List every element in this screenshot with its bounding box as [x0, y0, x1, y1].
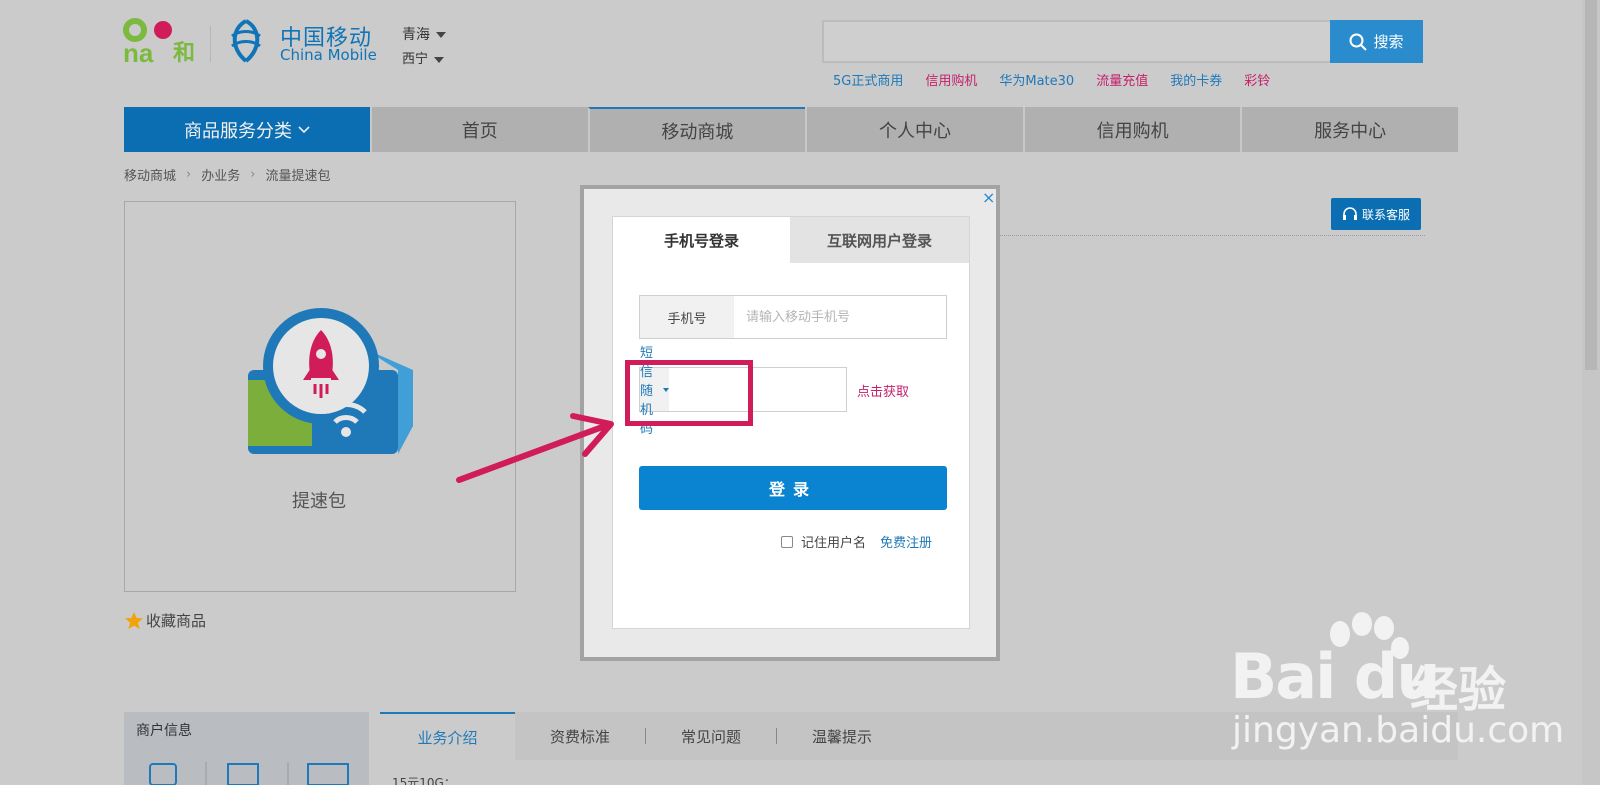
chevron-down-icon: [434, 56, 445, 63]
chevron-down-icon: [436, 32, 446, 38]
chevron-right-icon: ›: [250, 167, 256, 182]
watermark-url: jingyan.baidu.com: [1232, 710, 1565, 751]
category-menu-label: 商品服务分类: [184, 120, 292, 142]
favorite-label: 收藏商品: [146, 612, 207, 630]
watermark-brand: Bai du: [1230, 640, 1440, 713]
logo-divider: [210, 26, 211, 62]
hot-link[interactable]: 彩铃: [1244, 70, 1270, 89]
merchant-info-title: 商户信息: [136, 723, 192, 739]
city-selector[interactable]: 西宁: [402, 48, 445, 67]
search-input[interactable]: [822, 20, 1332, 63]
remember-checkbox[interactable]: [781, 535, 793, 548]
category-menu-button[interactable]: 商品服务分类: [124, 107, 370, 152]
remember-username[interactable]: 记住用户名: [781, 532, 866, 551]
annotation-highlight-box: [625, 360, 753, 426]
nav-item-credit-phone[interactable]: 信用购机: [1022, 107, 1241, 152]
merchant-badge-icons: [149, 762, 349, 785]
nav-item-personal[interactable]: 个人中心: [805, 107, 1023, 152]
nav-item-service[interactable]: 服务中心: [1240, 107, 1458, 152]
nav-item-mall[interactable]: 移动商城: [587, 107, 806, 152]
hot-link[interactable]: 信用购机: [925, 70, 977, 89]
close-icon[interactable]: ×: [982, 188, 995, 207]
search-button[interactable]: 搜索: [1330, 20, 1423, 63]
remember-label: 记住用户名: [801, 536, 867, 551]
phone-input[interactable]: [734, 296, 946, 338]
tab-intro[interactable]: 业务介绍: [380, 712, 515, 760]
contact-service-button[interactable]: 联系客服: [1331, 198, 1421, 230]
city-label: 西宁: [402, 52, 429, 67]
star-icon: [125, 611, 143, 629]
tab-faq[interactable]: 常见问题: [646, 712, 776, 760]
nav-item-home[interactable]: 首页: [370, 107, 588, 152]
headset-icon: [1342, 207, 1357, 220]
contact-service-label: 联系客服: [1361, 207, 1410, 222]
chevron-right-icon: ›: [186, 167, 192, 182]
and-logo: na 和: [123, 18, 195, 66]
speed-package-icon: [248, 308, 413, 454]
intro-text: 15元10G：: [392, 776, 456, 785]
province-selector[interactable]: 青海: [402, 24, 446, 44]
tab-phone-login[interactable]: 手机号登录: [613, 217, 790, 263]
scrollbar-thumb[interactable]: [1585, 0, 1597, 370]
breadcrumb-item[interactable]: 移动商城: [124, 165, 176, 184]
tab-internet-login[interactable]: 互联网用户登录: [790, 217, 969, 263]
svg-text:na: na: [123, 38, 154, 66]
favorite-button[interactable]: 收藏商品: [124, 610, 206, 631]
hot-links: 5G正式商用 信用购机 华为Mate30 流量充值 我的卡券 彩铃: [833, 70, 1270, 89]
annotation-arrow-icon: [456, 413, 614, 483]
brand-name-en: China Mobile: [280, 46, 377, 64]
get-code-link[interactable]: 点击获取: [857, 381, 909, 400]
breadcrumb-item[interactable]: 办业务: [201, 165, 240, 184]
tab-notice[interactable]: 温馨提示: [777, 712, 907, 760]
china-mobile-logo-icon: [231, 19, 261, 63]
breadcrumb-item: 流量提速包: [265, 169, 331, 184]
phone-label: 手机号: [640, 296, 734, 338]
tab-pricing[interactable]: 资费标准: [515, 712, 645, 760]
hot-link[interactable]: 流量充值: [1096, 70, 1148, 89]
breadcrumb: 移动商城 › 办业务 › 流量提速包: [124, 165, 330, 184]
login-button[interactable]: 登录: [639, 466, 947, 510]
phone-field-row: 手机号: [639, 295, 947, 339]
register-link[interactable]: 免费注册: [880, 532, 932, 551]
product-name: 提速包: [292, 491, 346, 512]
main-nav: 商品服务分类 首页 移动商城 个人中心 信用购机 服务中心: [124, 107, 1458, 152]
chevron-down-icon: [298, 125, 310, 133]
svg-text:和: 和: [173, 41, 195, 66]
hot-link[interactable]: 5G正式商用: [833, 70, 903, 89]
search-button-label: 搜索: [1373, 33, 1404, 51]
province-label: 青海: [402, 27, 430, 43]
hot-link[interactable]: 华为Mate30: [999, 70, 1074, 89]
hot-link[interactable]: 我的卡券: [1170, 70, 1222, 89]
search-icon: [1349, 33, 1368, 51]
